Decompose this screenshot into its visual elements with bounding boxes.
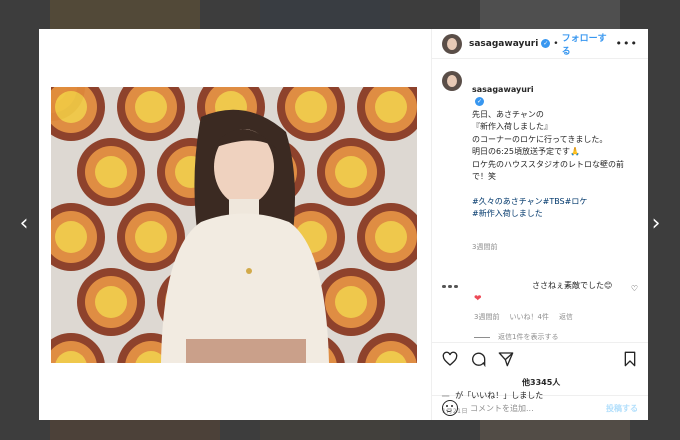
comment-like-heart-icon[interactable]: ♡ — [631, 284, 638, 293]
author-avatar[interactable] — [442, 33, 462, 54]
like-heart-icon[interactable] — [442, 351, 458, 367]
liked-by-label: が「いいね！」しました — [455, 391, 544, 401]
previous-post-arrow[interactable]: ‹ — [16, 212, 32, 236]
comment-item: ささねぇ素敵でした😊 ❤ 3週間前 いいね！4件 返信 ♡ — [442, 280, 638, 322]
comment-text: ささねぇ素敵でした😊 — [532, 281, 613, 291]
action-icons — [442, 351, 638, 368]
post-modal: sasagawayuri ✓ • フォローする ••• sasagawayuri… — [39, 29, 648, 420]
replies-line — [474, 336, 490, 338]
next-post-arrow[interactable]: › — [648, 212, 664, 236]
post-header: sasagawayuri ✓ • フォローする ••• — [432, 29, 648, 60]
follow-button[interactable]: フォローする — [562, 31, 616, 57]
comment-likes[interactable]: いいね！4件 — [509, 312, 548, 322]
caption: sasagawayuri ✓ 先日、あさチャンの 『新作入荷しました』 のコーナ… — [442, 71, 638, 266]
bookmark-icon[interactable] — [622, 351, 638, 367]
likes-count[interactable]: 他3345人 — [522, 377, 560, 388]
separator-dot: • — [553, 38, 559, 49]
liked-by-text: ━━ が「いいね！」しました — [442, 390, 543, 401]
author-username[interactable]: sasagawayuri — [469, 39, 538, 49]
caption-avatar[interactable] — [442, 71, 462, 92]
caption-body: sasagawayuri ✓ 先日、あさチャンの 『新作入荷しました』 のコーナ… — [472, 71, 632, 266]
comment-meta: 3週間前 いいね！4件 返信 — [474, 312, 627, 322]
comment-input[interactable] — [468, 402, 606, 414]
comment-bubble-icon[interactable] — [470, 351, 486, 368]
comments-section: sasagawayuri ✓ 先日、あさチャンの 『新作入荷しました』 のコーナ… — [432, 59, 648, 342]
media-pane — [39, 29, 431, 420]
retro-wallpaper-photo — [51, 87, 417, 363]
caption-hashtags[interactable]: #久々のあさチャン#TBS#ロケ #新作入荷しました — [472, 196, 632, 221]
verified-badge-icon: ✓ — [475, 97, 484, 107]
post-sidebar: sasagawayuri ✓ • フォローする ••• sasagawayuri… — [431, 29, 648, 420]
emoji-icon[interactable] — [442, 400, 458, 417]
share-send-icon[interactable] — [498, 351, 514, 367]
commenter-avatar[interactable] — [442, 280, 462, 292]
post-comment-button[interactable]: 投稿する — [606, 403, 638, 414]
comment-body: ささねぇ素敵でした😊 ❤ 3週間前 いいね！4件 返信 — [474, 280, 627, 322]
caption-text: 先日、あさチャンの 『新作入荷しました』 のコーナーのロケに行ってきました。 明… — [472, 109, 624, 182]
view-replies-label: 返信1件を表示する — [498, 333, 559, 342]
heart-emoji-icon: ❤ — [474, 294, 482, 305]
comment-reply-button[interactable]: 返信 — [559, 312, 573, 322]
comment-timestamp[interactable]: 3週間前 — [474, 312, 499, 322]
caption-username[interactable]: sasagawayuri — [472, 85, 534, 94]
post-actions: 他3345人 ━━ が「いいね！」しました 1月21日 — [432, 342, 648, 415]
verified-badge-icon: ✓ — [541, 39, 551, 49]
post-photo[interactable] — [51, 87, 417, 363]
view-replies-button[interactable]: 返信1件を表示する — [474, 332, 638, 342]
more-options-icon[interactable]: ••• — [616, 37, 638, 50]
caption-timestamp[interactable]: 3週間前 — [472, 241, 632, 254]
